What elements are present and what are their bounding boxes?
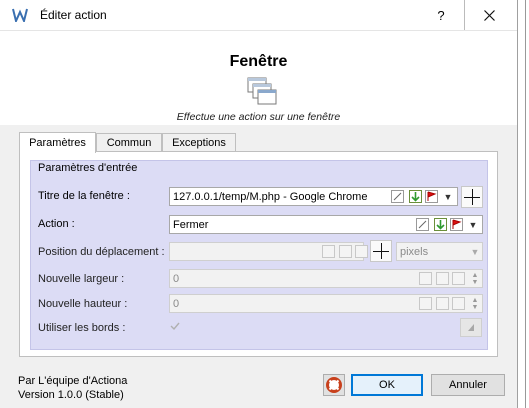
close-button[interactable] xyxy=(469,0,509,30)
new-height-value: 0 xyxy=(173,297,180,310)
lifebuoy-icon xyxy=(326,377,342,393)
flag-icon[interactable] xyxy=(450,218,463,231)
chevron-down-icon[interactable]: ▼ xyxy=(468,243,482,260)
title-bar: Éditer action ? xyxy=(0,0,517,31)
use-borders-variable-button[interactable] xyxy=(460,318,482,337)
window-title-label: Titre de la fenêtre : xyxy=(38,190,130,202)
action-header: Fenêtre Effectue une action sur une fenê… xyxy=(0,31,517,125)
close-icon xyxy=(483,9,495,21)
window-action-icon xyxy=(247,77,277,105)
flag-icon[interactable] xyxy=(425,190,438,203)
chevron-down-icon[interactable]: ▼ xyxy=(466,216,480,233)
new-width-value: 0 xyxy=(173,272,180,285)
flag-icon[interactable] xyxy=(452,297,465,310)
spin-arrows-icon[interactable]: ▲ ▼ xyxy=(468,295,482,312)
help-lifebuoy-button[interactable] xyxy=(323,374,345,396)
insert-variable-icon[interactable] xyxy=(436,272,449,285)
insert-variable-icon[interactable] xyxy=(409,190,422,203)
use-borders-label: Utiliser les bords : xyxy=(38,322,126,334)
cancel-button[interactable]: Annuler xyxy=(431,374,505,396)
window-title-value: 127.0.0.1/temp/M.php - Google Chrome xyxy=(173,190,368,203)
new-height-label: Nouvelle hauteur : xyxy=(38,298,128,310)
window-picker-crosshair-icon[interactable] xyxy=(461,186,483,208)
credits-line-1: Par L'équipe d'Actiona xyxy=(18,375,128,387)
group-title: Paramètres d'entrée xyxy=(38,162,138,174)
insert-variable-icon[interactable] xyxy=(436,297,449,310)
text-mode-icon[interactable] xyxy=(416,218,429,231)
dialog-window: Éditer action ? Fenêtre Effectue une act… xyxy=(0,0,518,408)
spin-arrows-icon[interactable]: ▲ ▼ xyxy=(468,270,482,287)
flag-icon[interactable] xyxy=(452,272,465,285)
insert-variable-icon[interactable] xyxy=(339,245,352,258)
action-label: Action : xyxy=(38,218,75,230)
insert-variable-icon[interactable] xyxy=(434,218,447,231)
action-description: Effectue une action sur une fenêtre xyxy=(176,111,341,123)
action-value: Fermer xyxy=(173,218,209,231)
text-mode-icon[interactable] xyxy=(322,245,335,258)
move-position-label: Position du déplacement : xyxy=(38,246,165,258)
text-mode-icon[interactable] xyxy=(391,190,404,203)
use-borders-checkbox[interactable] xyxy=(169,320,181,332)
text-mode-icon[interactable] xyxy=(419,272,432,285)
action-title: Fenêtre xyxy=(229,53,288,70)
help-button[interactable]: ? xyxy=(421,0,461,30)
background-window-edge xyxy=(464,0,465,30)
window-title: Éditer action xyxy=(40,8,107,22)
position-unit-value: pixels xyxy=(400,245,429,258)
flag-icon[interactable] xyxy=(355,245,368,258)
position-picker-crosshair-icon[interactable] xyxy=(370,240,392,262)
tab-exceptions[interactable]: Exceptions xyxy=(162,133,236,152)
new-width-label: Nouvelle largeur : xyxy=(38,273,125,285)
background-window-edge xyxy=(525,0,526,408)
corner-arrow-icon xyxy=(468,324,474,331)
ok-button[interactable]: OK xyxy=(351,374,423,396)
actiona-app-icon xyxy=(12,8,28,22)
checkmark-icon xyxy=(170,322,180,331)
tab-commun[interactable]: Commun xyxy=(96,133,162,152)
text-mode-icon[interactable] xyxy=(419,297,432,310)
chevron-down-icon[interactable]: ▼ xyxy=(441,188,455,205)
credits-line-2: Version 1.0.0 (Stable) xyxy=(18,389,124,401)
tab-parametres[interactable]: Paramètres xyxy=(19,132,96,153)
